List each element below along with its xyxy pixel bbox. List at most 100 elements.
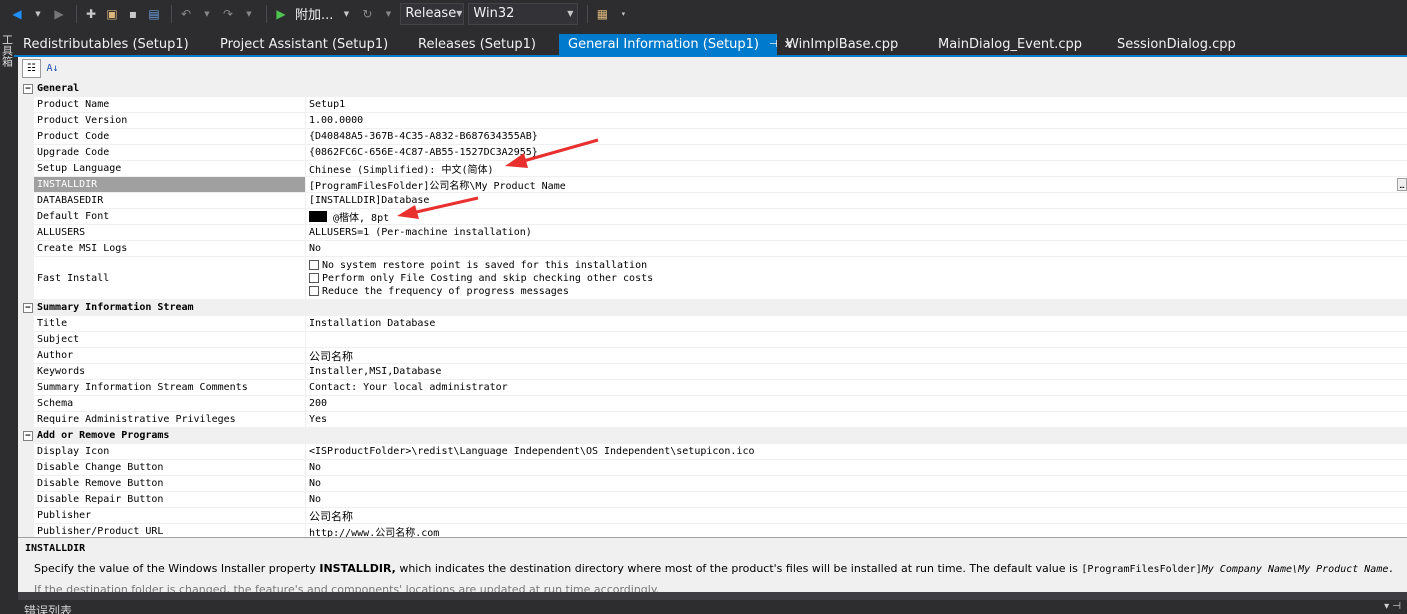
platform-select[interactable]: Win32 ▼: [468, 2, 579, 25]
property-row-keywords[interactable]: Keywords Installer,MSI,Database: [18, 364, 1407, 380]
toolbox-strip[interactable]: 工具箱: [0, 34, 14, 74]
property-value[interactable]: Installer,MSI,Database: [306, 364, 1407, 379]
tab-label: SessionDialog.cpp: [1117, 37, 1236, 52]
redo-icon[interactable]: ↷: [219, 5, 237, 23]
category-summary-information[interactable]: − Summary Information Stream: [18, 300, 1407, 316]
category-general[interactable]: − General: [18, 81, 1407, 97]
property-row-comments[interactable]: Summary Information Stream Comments Cont…: [18, 380, 1407, 396]
forward-icon[interactable]: ▶: [50, 5, 68, 23]
property-value[interactable]: http://www.公司名称.com: [306, 524, 1407, 537]
property-row-default-font[interactable]: Default Font @楷体, 8pt: [18, 209, 1407, 225]
property-value[interactable]: [306, 332, 1407, 347]
browse-button[interactable]: …: [1397, 178, 1407, 191]
tab-winimplbase[interactable]: WinImplBase.cpp: [777, 34, 929, 55]
property-value[interactable]: 公司名称: [306, 348, 1407, 363]
find-in-files-icon[interactable]: ▦: [593, 5, 611, 23]
undo-icon[interactable]: ↶: [177, 5, 195, 23]
tab-general-information[interactable]: General Information (Setup1) ⊣ ✕: [559, 34, 793, 55]
start-debug-icon[interactable]: ▶: [272, 5, 290, 23]
new-project-icon[interactable]: ✚: [82, 5, 100, 23]
property-value[interactable]: Chinese (Simplified): 中文(简体): [306, 161, 1407, 176]
property-value[interactable]: Installation Database: [306, 316, 1407, 331]
horizontal-scrollbar[interactable]: [18, 592, 1407, 600]
property-row-setup-language[interactable]: Setup Language Chinese (Simplified): 中文(…: [18, 161, 1407, 177]
property-value-container[interactable]: @楷体, 8pt: [306, 209, 1407, 224]
property-row-product-code[interactable]: Product Code {D40848A5-367B-4C35-A832-B6…: [18, 129, 1407, 145]
property-row-fast-install[interactable]: Fast Install No system restore point is …: [18, 257, 1407, 300]
configuration-select[interactable]: Release ▼: [400, 2, 465, 25]
checkbox[interactable]: [309, 286, 319, 296]
description-text: Specify the value of the Windows Install…: [34, 562, 1394, 575]
property-row-disable-change[interactable]: Disable Change Button No: [18, 460, 1407, 476]
property-row-product-version[interactable]: Product Version 1.00.0000: [18, 113, 1407, 129]
property-value[interactable]: {D40848A5-367B-4C35-A832-B687634355AB}: [306, 129, 1407, 144]
fast-install-option[interactable]: No system restore point is saved for thi…: [309, 259, 653, 272]
attach-button[interactable]: 附加...: [295, 4, 333, 23]
property-row-require-admin[interactable]: Require Administrative Privileges Yes: [18, 412, 1407, 428]
tab-maindialog-event[interactable]: MainDialog_Event.cpp: [929, 34, 1108, 55]
undo-dropdown-icon[interactable]: ▼: [198, 5, 216, 23]
toolbox-label: 工具箱: [0, 34, 14, 67]
property-name: Default Font: [18, 209, 306, 224]
property-row-installdir[interactable]: INSTALLDIR [ProgramFilesFolder]公司名称\My P…: [18, 177, 1407, 193]
save-icon[interactable]: ▪: [124, 5, 142, 23]
property-value[interactable]: [ProgramFilesFolder]公司名称\My Product Name: [306, 177, 1407, 192]
category-title: Add or Remove Programs: [37, 430, 170, 441]
property-row-disable-remove[interactable]: Disable Remove Button No: [18, 476, 1407, 492]
refresh-dropdown-icon[interactable]: ▼: [379, 5, 397, 23]
alphabetical-view-button[interactable]: A↓: [43, 59, 62, 78]
property-row-allusers[interactable]: ALLUSERS ALLUSERS=1 (Per-machine install…: [18, 225, 1407, 241]
property-row-upgrade-code[interactable]: Upgrade Code {0862FC6C-656E-4C87-AB55-15…: [18, 145, 1407, 161]
property-row-author[interactable]: Author 公司名称: [18, 348, 1407, 364]
property-row-disable-repair[interactable]: Disable Repair Button No: [18, 492, 1407, 508]
property-value[interactable]: [INSTALLDIR]Database: [306, 193, 1407, 208]
property-value[interactable]: 公司名称: [306, 508, 1407, 523]
property-value[interactable]: No: [306, 460, 1407, 475]
fast-install-option[interactable]: Perform only File Costing and skip check…: [309, 272, 653, 285]
back-dropdown-icon[interactable]: ▼: [29, 5, 47, 23]
collapse-icon[interactable]: −: [23, 430, 33, 441]
categorized-view-button[interactable]: ☷: [22, 58, 41, 78]
property-value[interactable]: No: [306, 241, 1407, 256]
tab-sessiondialog[interactable]: SessionDialog.cpp: [1108, 34, 1258, 55]
property-value[interactable]: {0862FC6C-656E-4C87-AB55-1527DC3A2955}: [306, 145, 1407, 160]
tab-releases[interactable]: Releases (Setup1): [409, 34, 559, 55]
property-row-schema[interactable]: Schema 200: [18, 396, 1407, 412]
property-value[interactable]: ALLUSERS=1 (Per-machine installation): [306, 225, 1407, 240]
redo-dropdown-icon[interactable]: ▼: [240, 5, 258, 23]
toolbar-overflow-icon[interactable]: ▾: [614, 5, 632, 23]
property-value[interactable]: Yes: [306, 412, 1407, 427]
tab-redistributables[interactable]: Redistributables (Setup1): [14, 34, 211, 55]
open-folder-icon[interactable]: ▣: [103, 5, 121, 23]
property-row-databasedir[interactable]: DATABASEDIR [INSTALLDIR]Database: [18, 193, 1407, 209]
collapse-icon[interactable]: −: [23, 83, 33, 94]
property-value[interactable]: <ISProductFolder>\redist\Language Indepe…: [306, 444, 1407, 459]
property-row-publisher-url[interactable]: Publisher/Product URL http://www.公司名称.co…: [18, 524, 1407, 537]
checkbox[interactable]: [309, 273, 319, 283]
category-add-remove-programs[interactable]: − Add or Remove Programs: [18, 428, 1407, 444]
back-icon[interactable]: ◀: [8, 5, 26, 23]
property-value[interactable]: No: [306, 492, 1407, 507]
property-value[interactable]: Contact: Your local administrator: [306, 380, 1407, 395]
property-value[interactable]: 200: [306, 396, 1407, 411]
tab-project-assistant[interactable]: Project Assistant (Setup1): [211, 34, 409, 55]
property-value[interactable]: Setup1: [306, 97, 1407, 112]
property-row-subject[interactable]: Subject: [18, 332, 1407, 348]
property-value[interactable]: 1.00.0000: [306, 113, 1407, 128]
refresh-icon[interactable]: ↻: [358, 5, 376, 23]
panel-title[interactable]: 错误列表: [24, 602, 72, 614]
property-row-product-name[interactable]: Product Name Setup1: [18, 97, 1407, 113]
checkbox-label: Reduce the frequency of progress message…: [322, 285, 569, 297]
save-all-icon[interactable]: ▤: [145, 5, 163, 23]
description-title: INSTALLDIR: [25, 543, 86, 554]
panel-pin-icon[interactable]: ▾ ⊣: [1384, 601, 1401, 612]
collapse-icon[interactable]: −: [23, 302, 33, 313]
property-row-display-icon[interactable]: Display Icon <ISProductFolder>\redist\La…: [18, 444, 1407, 460]
property-row-create-msi-logs[interactable]: Create MSI Logs No: [18, 241, 1407, 257]
attach-dropdown-icon[interactable]: ▼: [337, 5, 355, 23]
property-value[interactable]: No: [306, 476, 1407, 491]
fast-install-option[interactable]: Reduce the frequency of progress message…: [309, 285, 653, 298]
property-row-title[interactable]: Title Installation Database: [18, 316, 1407, 332]
checkbox[interactable]: [309, 260, 319, 270]
property-row-publisher[interactable]: Publisher 公司名称: [18, 508, 1407, 524]
